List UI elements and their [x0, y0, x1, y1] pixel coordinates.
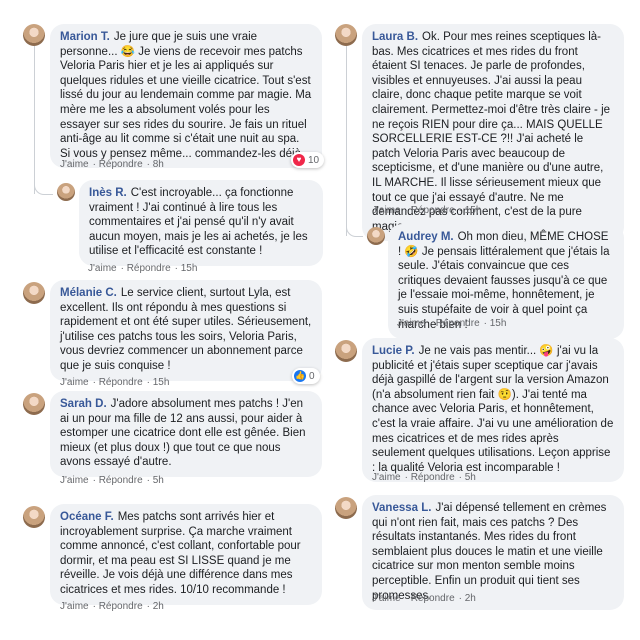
avatar[interactable]	[335, 340, 357, 362]
comment-text: Le service client, surtout Lyla, est exc…	[60, 287, 312, 372]
comment-bubble: Océane F. Mes patchs sont arrivés hier et…	[50, 504, 322, 605]
reaction-badge[interactable]: ♥ 10	[291, 152, 325, 168]
heart-icon: ♥	[293, 154, 305, 166]
like-link[interactable]: J'aime	[372, 205, 401, 216]
reply-link[interactable]: Répondre	[99, 601, 143, 612]
commenter-name[interactable]: Marion T.	[60, 31, 110, 43]
reaction-badge[interactable]: 👍 0	[292, 368, 320, 384]
comment-time[interactable]: 2h	[465, 593, 476, 604]
avatar[interactable]	[367, 227, 385, 245]
comment-time[interactable]: 15h	[181, 263, 198, 274]
comment-text: Ok. Pour mes reines sceptiques là-bas. M…	[372, 31, 611, 233]
comment-time[interactable]: 15h	[465, 205, 482, 216]
comment-text: Mes patchs sont arrivés hier et incroyab…	[60, 511, 301, 596]
comment-time[interactable]: 15h	[153, 377, 170, 388]
like-link[interactable]: J'aime	[60, 377, 89, 388]
comment-text: Oh mon dieu, MÊME CHOSE ! 🤣 Je pensais l…	[398, 231, 610, 331]
reply-link[interactable]: Répondre	[99, 377, 143, 388]
commenter-name[interactable]: Laura B.	[372, 31, 418, 43]
comment-actions: J'aime · Répondre · 15h	[60, 377, 170, 388]
thread-branch-laura	[346, 220, 363, 237]
avatar[interactable]	[57, 183, 75, 201]
reply-link[interactable]: Répondre	[99, 159, 143, 170]
comment-actions: J'aime · Répondre · 5h	[372, 472, 476, 483]
like-link[interactable]: J'aime	[60, 475, 89, 486]
comment-time[interactable]: 2h	[153, 601, 164, 612]
avatar[interactable]	[23, 393, 45, 415]
reply-link[interactable]: Répondre	[127, 263, 171, 274]
commenter-name[interactable]: Mélanie C.	[60, 287, 117, 299]
thread-branch-marion	[34, 178, 53, 195]
comment-bubble: Lucie P. Je ne vais pas mentir... 🤪 j'ai …	[362, 338, 624, 483]
comment-time[interactable]: 15h	[490, 318, 507, 329]
comment-bubble: Sarah D. J'adore absolument mes patchs ! …	[50, 391, 322, 477]
comment-bubble: Mélanie C. Le service client, surtout Lyl…	[50, 280, 322, 381]
comment-text: Je ne vais pas mentir... 🤪 j'ai vu la pu…	[372, 345, 614, 474]
comment-time[interactable]: 8h	[153, 159, 164, 170]
reply-link[interactable]: Répondre	[436, 318, 480, 329]
avatar[interactable]	[23, 24, 45, 46]
avatar[interactable]	[23, 506, 45, 528]
commenter-name[interactable]: Sarah D.	[60, 398, 107, 410]
reaction-count: 0	[309, 370, 315, 382]
comment-bubble: Inès R. C'est incroyable... ça fonctionne…	[79, 180, 323, 266]
like-link[interactable]: J'aime	[60, 601, 89, 612]
comment-time[interactable]: 5h	[465, 472, 476, 483]
thread-line-laura	[346, 46, 347, 236]
comment-actions: J'aime · Répondre · 15h	[88, 263, 198, 274]
commenter-name[interactable]: Océane F.	[60, 511, 114, 523]
commenter-name[interactable]: Lucie P.	[372, 345, 415, 357]
reply-link[interactable]: Répondre	[411, 472, 455, 483]
reply-link[interactable]: Répondre	[411, 593, 455, 604]
comment-actions: J'aime · Répondre · 2h	[372, 593, 476, 604]
like-link[interactable]: J'aime	[397, 318, 426, 329]
like-link[interactable]: J'aime	[60, 159, 89, 170]
reaction-count: 10	[308, 154, 320, 166]
like-link[interactable]: J'aime	[372, 593, 401, 604]
avatar[interactable]	[335, 497, 357, 519]
avatar[interactable]	[23, 282, 45, 304]
comment-actions: J'aime · Répondre · 15h	[397, 318, 507, 329]
comment-time[interactable]: 5h	[153, 475, 164, 486]
comment-actions: J'aime · Répondre · 15h	[372, 205, 482, 216]
reply-link[interactable]: Répondre	[411, 205, 455, 216]
avatar[interactable]	[335, 24, 357, 46]
thread-line-marion	[34, 46, 35, 194]
commenter-name[interactable]: Audrey M.	[398, 231, 454, 243]
commenter-name[interactable]: Vanessa L.	[372, 502, 431, 514]
comment-text: Je jure que je suis une vraie personne..…	[60, 31, 312, 160]
comment-bubble: Marion T. Je jure que je suis une vraie p…	[50, 24, 322, 169]
comment-text: J'ai dépensé tellement en crèmes qui n'o…	[372, 502, 607, 602]
comment-actions: J'aime · Répondre · 8h	[60, 159, 164, 170]
like-icon: 👍	[294, 370, 306, 382]
commenter-name[interactable]: Inès R.	[89, 187, 127, 199]
like-link[interactable]: J'aime	[88, 263, 117, 274]
like-link[interactable]: J'aime	[372, 472, 401, 483]
comment-actions: J'aime · Répondre · 2h	[60, 601, 164, 612]
comment-actions: J'aime · Répondre · 5h	[60, 475, 164, 486]
reply-link[interactable]: Répondre	[99, 475, 143, 486]
